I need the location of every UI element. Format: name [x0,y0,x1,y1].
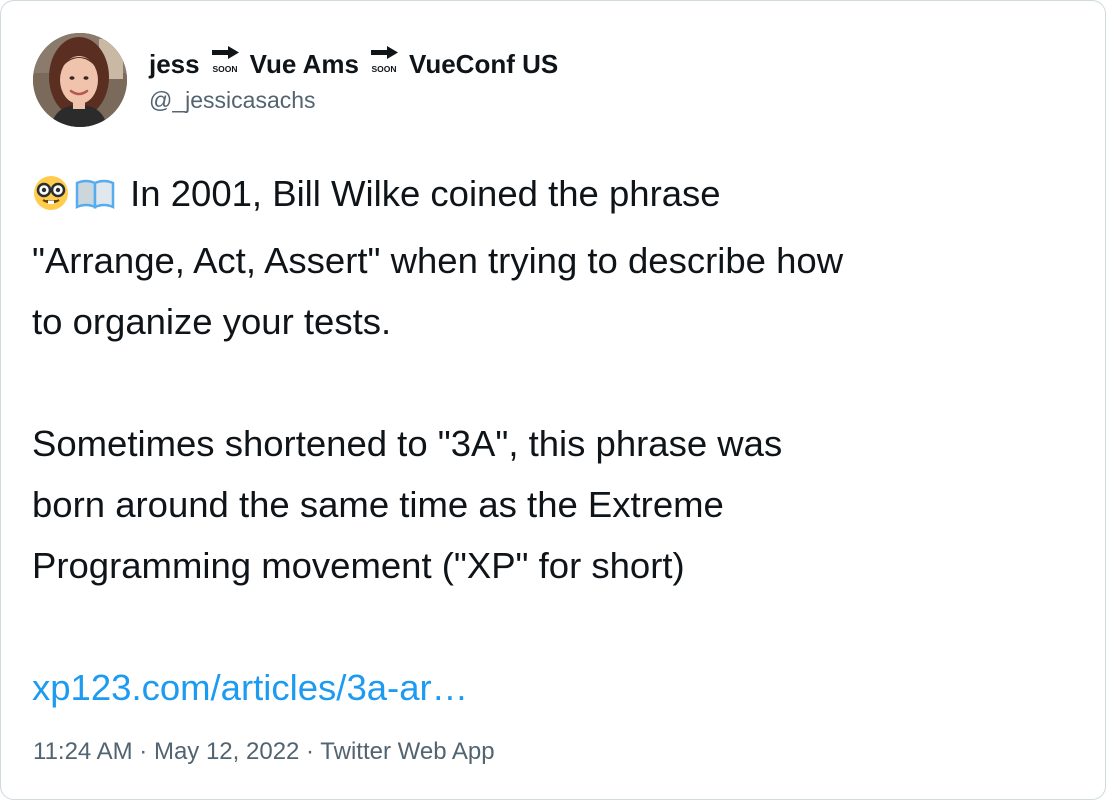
tweet-card: jess SOON Vue Ams SOON VueConf US @_jess… [0,0,1106,800]
meta-separator: · [299,738,321,765]
soon-arrow-icon: SOON [367,45,401,83]
display-name-part-3: VueConf US [408,49,559,79]
display-name[interactable]: jess SOON Vue Ams SOON VueConf US [149,45,558,83]
tweet-meta: 11:24 AM · May 12, 2022 · Twitter Web Ap… [33,734,495,770]
author-handle[interactable]: @_jessicasachs [149,85,558,115]
soon-arrow-icon: SOON [208,45,242,83]
tweet-line-3: to organize your tests. [32,301,392,342]
tweet-line-2: "Arrange, Act, Assert" when trying to de… [32,240,844,281]
article-link[interactable]: xp123.com/articles/3a-ar… [32,667,468,708]
tweet-line-1: In 2001, Bill Wilke coined the phrase [32,163,1082,230]
tweet-time[interactable]: 11:24 AM [33,738,133,765]
tweet-line-1-text: In 2001, Bill Wilke coined the phrase [130,173,721,214]
meta-separator: · [132,738,154,765]
author-names: jess SOON Vue Ams SOON VueConf US @_jess… [149,45,558,115]
display-name-part-2: Vue Ams [249,49,359,79]
tweet-line-4: Sometimes shortened to "3A", this phrase… [32,423,783,464]
svg-text:SOON: SOON [371,64,396,74]
tweet-line-6: Programming movement ("XP" for short) [32,545,685,586]
svg-text:SOON: SOON [212,64,237,74]
tweet-source: Twitter Web App [320,738,495,765]
tweet-link-line: xp123.com/articles/3a-ar… [32,657,1082,718]
nerd-face-emoji-icon [32,169,70,230]
avatar[interactable] [33,33,127,127]
open-book-emoji-icon [74,169,116,230]
tweet-date[interactable]: May 12, 2022 [154,738,299,765]
display-name-part-1: jess [149,49,200,79]
tweet-header: jess SOON Vue Ams SOON VueConf US @_jess… [33,32,558,128]
tweet-line-5: born around the same time as the Extreme [32,484,724,525]
tweet-text: In 2001, Bill Wilke coined the phrase "A… [32,163,1082,718]
avatar-photo [33,33,127,127]
